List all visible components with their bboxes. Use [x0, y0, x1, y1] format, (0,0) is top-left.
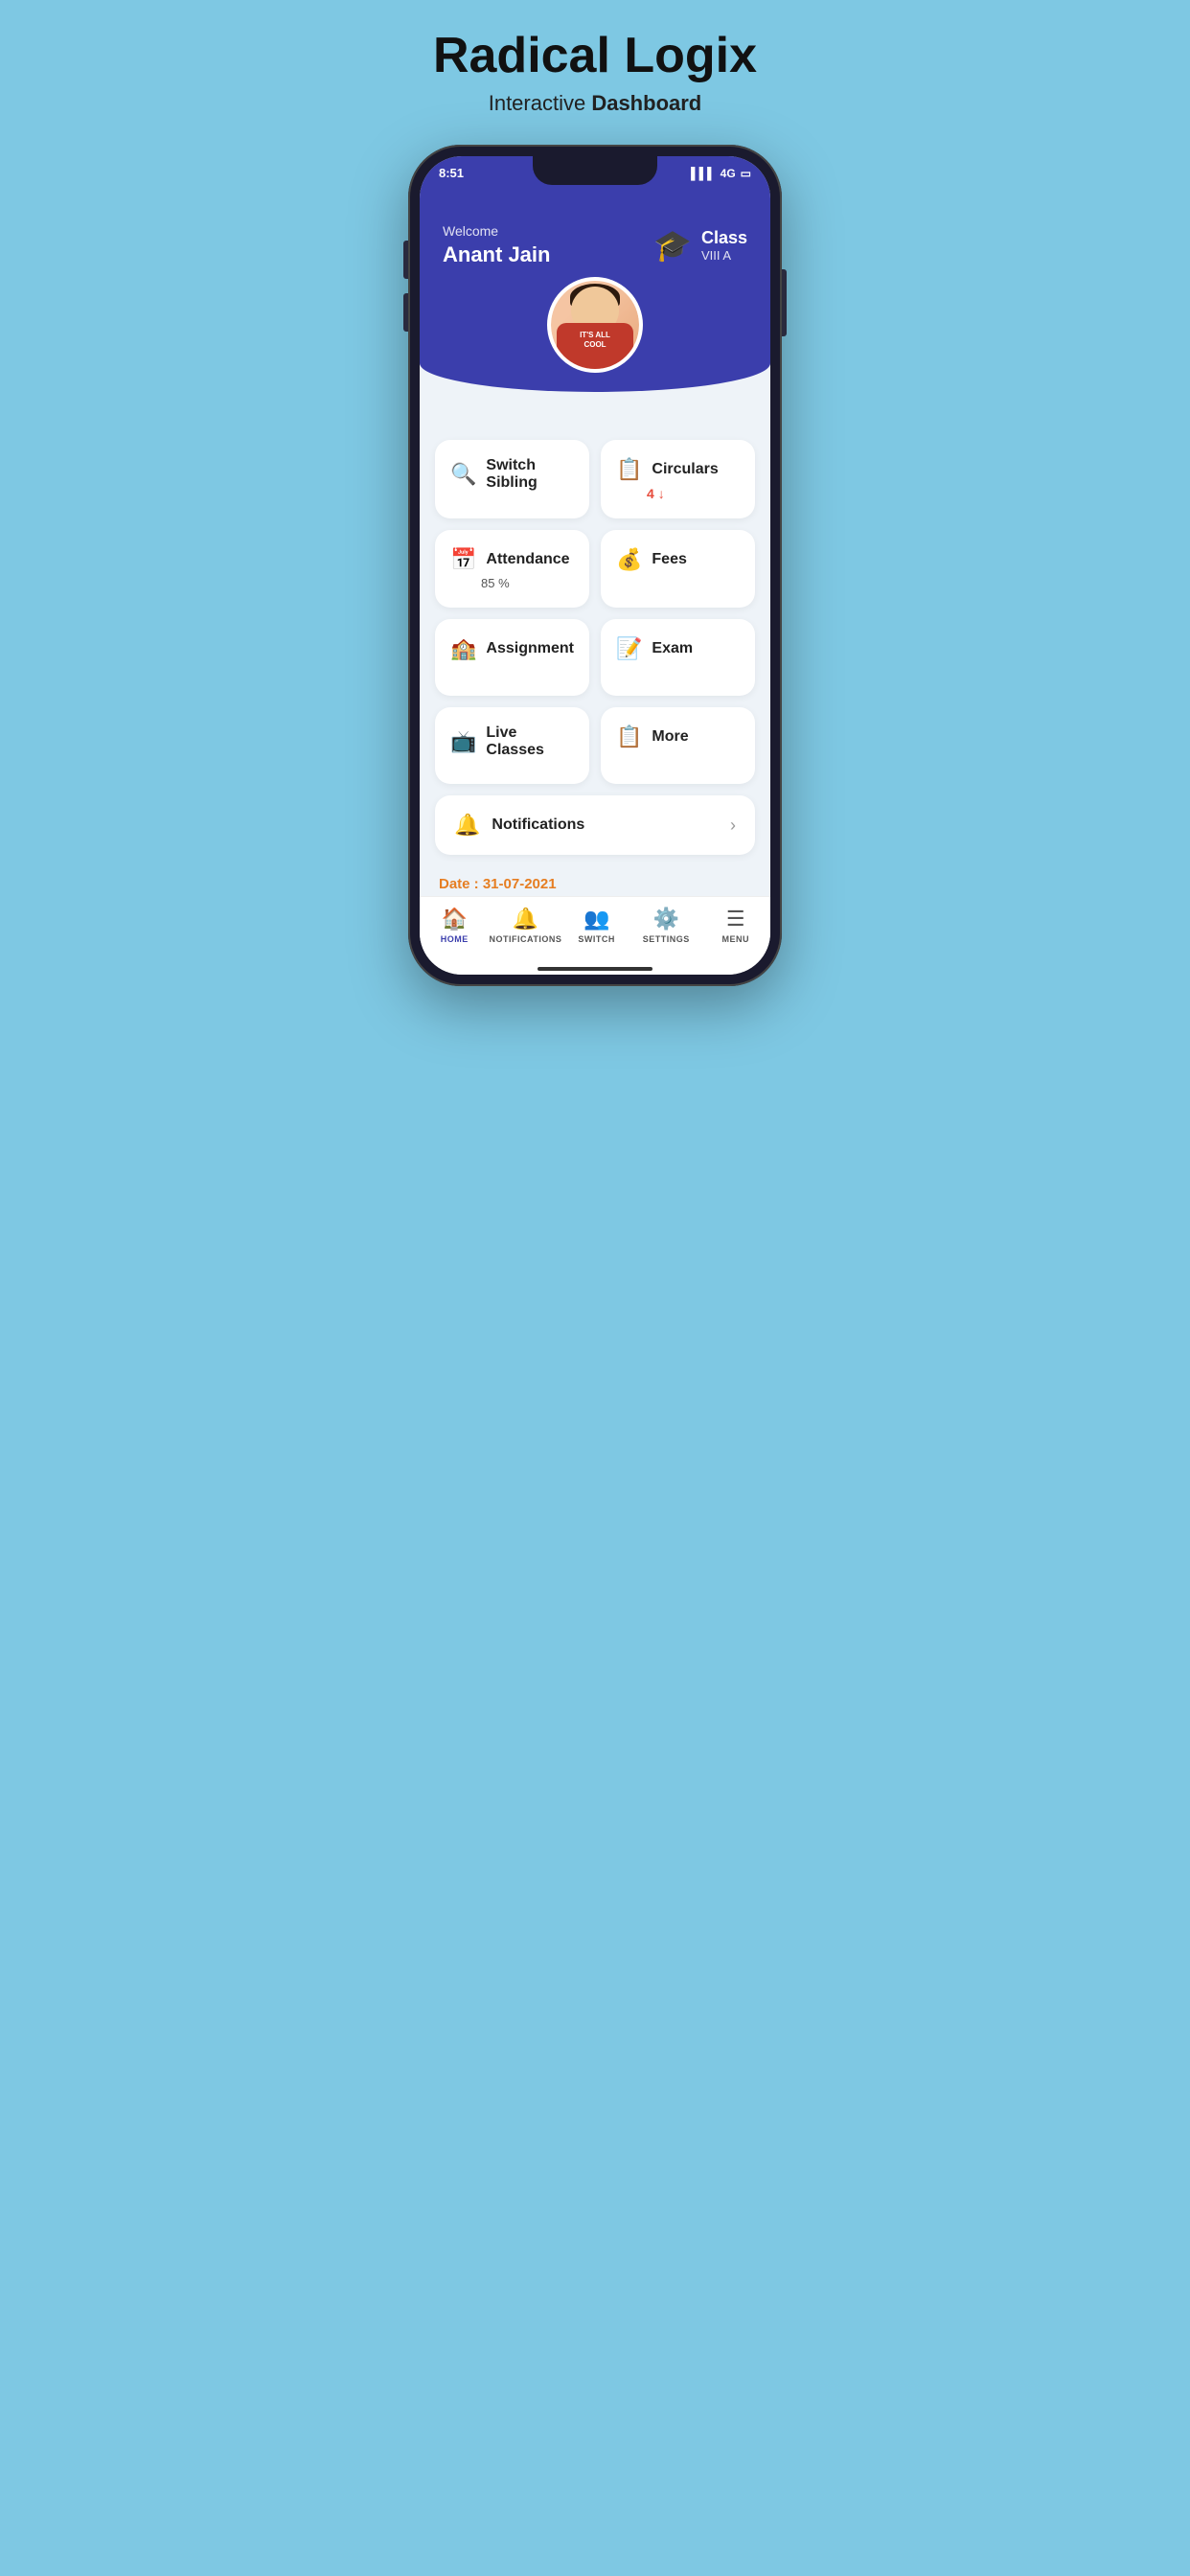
- nav-switch[interactable]: 👥 SWITCH: [561, 907, 631, 944]
- phone-frame: 8:51 ▌▌▌ 4G ▭ Welcome Anant Jain 🎓 Class: [408, 145, 782, 986]
- class-info: 🎓 Class VIII A: [653, 227, 747, 264]
- live-classes-icon: 📺: [450, 729, 476, 754]
- more-icon: 📋: [616, 724, 642, 749]
- live-classes-label: Live Classes: [486, 724, 574, 759]
- signal-icon: ▌▌▌: [691, 167, 716, 180]
- subtitle-normal: Interactive: [489, 91, 592, 115]
- settings-label: SETTINGS: [643, 934, 690, 944]
- graduation-icon: 🎓: [653, 227, 692, 264]
- circulars-label: Circulars: [652, 461, 718, 478]
- more-label: More: [652, 728, 688, 746]
- subtitle-bold: Dashboard: [591, 91, 701, 115]
- row-2: 📅 Attendance 85 % 💰 Fees: [435, 530, 755, 608]
- nav-notifications[interactable]: 🔔 NOTIFICATIONS: [490, 907, 562, 944]
- page-header: Radical Logix Interactive Dashboard: [433, 29, 757, 116]
- switch-sibling-icon: 🔍: [450, 462, 476, 487]
- class-label: Class: [701, 228, 747, 248]
- notifications-chevron: ›: [730, 816, 736, 836]
- switch-icon: 👥: [584, 907, 609, 932]
- attendance-label: Attendance: [486, 551, 569, 568]
- nav-notifications-label: NOTIFICATIONS: [490, 934, 562, 944]
- notifications-label: Notifications: [492, 816, 584, 834]
- attendance-card[interactable]: 📅 Attendance 85 %: [435, 530, 589, 608]
- exam-icon: 📝: [616, 636, 642, 661]
- home-label: HOME: [441, 934, 469, 944]
- menu-label: MENU: [721, 934, 749, 944]
- class-value: VIII A: [701, 248, 747, 263]
- assignment-card[interactable]: 🏫 Assignment: [435, 619, 589, 696]
- welcome-label: Welcome: [443, 223, 550, 239]
- fees-icon: 💰: [616, 547, 642, 572]
- welcome-block: Welcome Anant Jain: [443, 223, 550, 267]
- nav-menu[interactable]: ☰ MENU: [700, 907, 770, 944]
- student-name: Anant Jain: [443, 242, 550, 267]
- phone-screen: 8:51 ▌▌▌ 4G ▭ Welcome Anant Jain 🎓 Class: [420, 156, 770, 975]
- assignment-label: Assignment: [486, 640, 574, 657]
- notifications-icon: 🔔: [454, 813, 480, 838]
- live-classes-card[interactable]: 📺 Live Classes: [435, 707, 589, 784]
- network-type: 4G: [721, 167, 736, 180]
- row-4: 📺 Live Classes 📋 More: [435, 707, 755, 784]
- nav-settings[interactable]: ⚙️ SETTINGS: [631, 907, 701, 944]
- exam-card[interactable]: 📝 Exam: [601, 619, 755, 696]
- notifications-row[interactable]: 🔔 Notifications ›: [435, 795, 755, 855]
- home-indicator: [420, 963, 770, 975]
- date-row: Date : 31-07-2021: [435, 866, 755, 896]
- attendance-icon: 📅: [450, 547, 476, 572]
- row-3: 🏫 Assignment 📝 Exam: [435, 619, 755, 696]
- circulars-count: 4 ↓: [647, 486, 665, 501]
- status-icons: ▌▌▌ 4G ▭: [691, 167, 751, 180]
- home-icon: 🏠: [442, 907, 468, 932]
- status-time: 8:51: [439, 166, 464, 180]
- battery-icon: ▭: [741, 167, 751, 180]
- assignment-icon: 🏫: [450, 636, 476, 661]
- switch-label: SWITCH: [578, 934, 615, 944]
- attendance-value: 85 %: [481, 576, 510, 590]
- main-content: 🔍 Switch Sibling 📋 Circulars 4 ↓ 📅: [420, 392, 770, 896]
- nav-notifications-icon: 🔔: [513, 907, 538, 932]
- circulars-card[interactable]: 📋 Circulars 4 ↓: [601, 440, 755, 518]
- more-card[interactable]: 📋 More: [601, 707, 755, 784]
- status-bar-area: 8:51 ▌▌▌ 4G ▭: [420, 156, 770, 204]
- row-1: 🔍 Switch Sibling 📋 Circulars 4 ↓: [435, 440, 755, 518]
- switch-sibling-card[interactable]: 🔍 Switch Sibling: [435, 440, 589, 518]
- nav-home[interactable]: 🏠 HOME: [420, 907, 490, 944]
- exam-label: Exam: [652, 640, 693, 657]
- settings-icon: ⚙️: [652, 907, 678, 932]
- app-title: Radical Logix: [433, 29, 757, 83]
- circulars-icon: 📋: [616, 457, 642, 482]
- app-subtitle: Interactive Dashboard: [433, 91, 757, 116]
- menu-icon: ☰: [726, 907, 745, 932]
- fees-card[interactable]: 💰 Fees: [601, 530, 755, 608]
- wave-area: IT'S ALLCOOL: [420, 334, 770, 392]
- switch-sibling-label: Switch Sibling: [486, 457, 574, 492]
- student-avatar: IT'S ALLCOOL: [547, 277, 643, 373]
- bottom-nav: 🏠 HOME 🔔 NOTIFICATIONS 👥 SWITCH ⚙️ SETTI…: [420, 896, 770, 963]
- fees-label: Fees: [652, 551, 686, 568]
